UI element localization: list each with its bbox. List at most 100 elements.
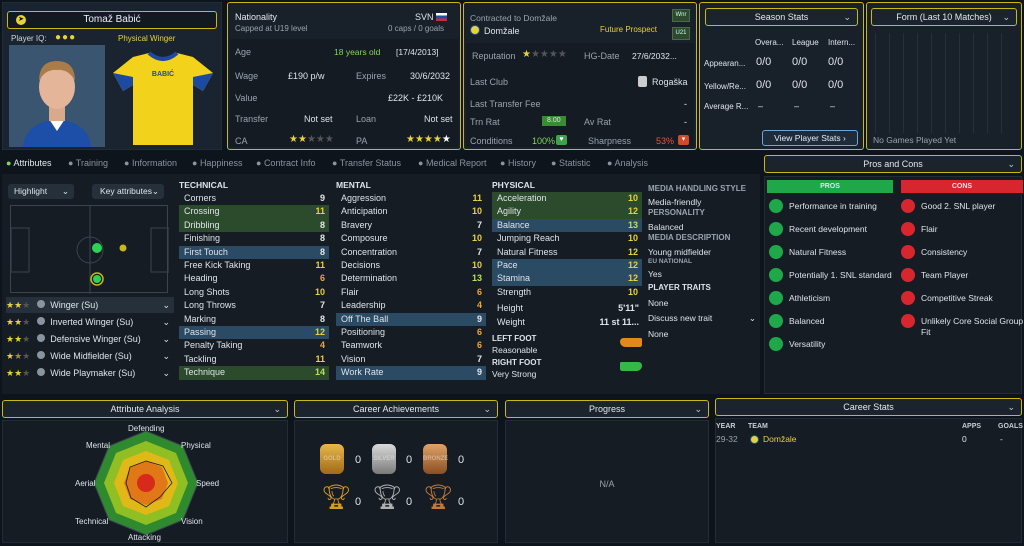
season-col-3: Intern... [828, 38, 856, 47]
attribute-row[interactable]: Determination 13 [336, 272, 486, 285]
attribute-row[interactable]: Teamwork 6 [336, 339, 486, 352]
view-player-stats-button[interactable]: View Player Stats › [762, 130, 858, 146]
player-name-box[interactable]: ➤ Tomaž Babić [7, 11, 217, 29]
avrat-value: - [684, 117, 687, 127]
weight-row: Weight 11 st 11... [497, 317, 639, 327]
attribute-row[interactable]: Anticipation 10 [336, 205, 486, 218]
attribute-analysis-header[interactable]: Attribute Analysis ⌄ [2, 400, 288, 418]
attribute-row[interactable]: Natural Fitness 12 [492, 246, 642, 259]
attribute-row[interactable]: Stamina 12 [492, 272, 642, 286]
club-name[interactable]: Domžale [484, 26, 520, 36]
key-attributes-dropdown[interactable]: Key attributes ⌄ [92, 184, 164, 199]
role-wide-midfielder[interactable]: ★★★ Wide Midfielder (Su) ⌄ [6, 348, 174, 364]
attribute-value: 7 [319, 300, 325, 311]
season-col-1: Overa... [755, 38, 784, 47]
height-label: Height [497, 303, 524, 313]
attribute-name: Dribbling [184, 219, 220, 230]
u21-badge: U21 [672, 27, 690, 40]
pro-icon [769, 268, 783, 282]
role-wide-playmaker[interactable]: ★★★ Wide Playmaker (Su) ⌄ [6, 365, 174, 381]
tab-training[interactable]: ● Training [68, 158, 108, 168]
attribute-row[interactable]: Marking 8 [179, 313, 329, 326]
attribute-row[interactable]: Technique 14 [179, 366, 329, 380]
attribute-row[interactable]: Balance 13 [492, 218, 642, 233]
attribute-value: 6 [319, 273, 325, 284]
attribute-row[interactable]: Flair 6 [336, 286, 486, 299]
attribute-row[interactable]: Positioning 6 [336, 326, 486, 339]
reputation-stars: ★★★★★ [522, 49, 567, 60]
career-team[interactable]: Domžale [763, 434, 797, 444]
attribute-row[interactable]: Crossing 11 [179, 205, 329, 219]
highlight-dropdown[interactable]: Highlight ⌄ [8, 184, 74, 199]
attribute-row[interactable]: Aggression 11 [336, 192, 486, 205]
attribute-row[interactable]: Strength 10 [492, 286, 642, 299]
season-val: 0/0 [828, 56, 844, 68]
attribute-row[interactable]: Tackling 11 [179, 353, 329, 366]
tab-bar: ● Attributes ● Training ● Information ● … [0, 152, 760, 172]
form-header[interactable]: Form (Last 10 Matches) ⌄ [871, 8, 1017, 26]
attribute-row[interactable]: Jumping Reach 10 [492, 232, 642, 245]
attribute-row[interactable]: Long Throws 7 [179, 299, 329, 312]
attribute-value: 8 [319, 233, 325, 244]
progress-header[interactable]: Progress ⌄ [505, 400, 709, 418]
attribute-row[interactable]: Leadership 4 [336, 299, 486, 312]
attribute-row[interactable]: Bravery 7 [336, 219, 486, 232]
tab-contract-info[interactable]: ● Contract Info [256, 158, 315, 168]
attribute-value: 9 [476, 313, 482, 324]
tab-statistic[interactable]: ● Statistic [551, 158, 590, 168]
attribute-row[interactable]: Heading 6 [179, 272, 329, 285]
career-achievements-header[interactable]: Career Achievements ⌄ [294, 400, 498, 418]
attribute-name: Aggression [341, 193, 387, 203]
season-stats-header[interactable]: Season Stats ⌄ [705, 8, 858, 26]
attribute-row[interactable]: First Touch 8 [179, 245, 329, 259]
attribute-row[interactable]: Pace 12 [492, 259, 642, 273]
role-inverted-winger[interactable]: ★★★ Inverted Winger (Su) ⌄ [6, 314, 174, 330]
contract-panel: Contracted to Domžale Domžale Future Pro… [463, 2, 697, 150]
attribute-row[interactable]: Decisions 10 [336, 259, 486, 272]
pros-cons-header[interactable]: Pros and Cons ⌄ [764, 155, 1022, 173]
role-winger[interactable]: ★★★ Winger (Su) ⌄ [6, 297, 174, 313]
attribute-name: Acceleration [497, 193, 547, 203]
tab-attributes[interactable]: ● Attributes [6, 158, 51, 168]
role-defensive-winger[interactable]: ★★★ Defensive Winger (Su) ⌄ [6, 331, 174, 347]
lastclub-value[interactable]: Rogaška [652, 77, 688, 87]
attribute-row[interactable]: Free Kick Taking 11 [179, 259, 329, 272]
tab-transfer-status[interactable]: ● Transfer Status [332, 158, 401, 168]
attribute-row[interactable]: Corners 9 [179, 192, 329, 205]
bronze-medal-count: 0 [458, 454, 465, 466]
attribute-name: Strength [497, 286, 532, 297]
attribute-row[interactable]: Agility 12 [492, 205, 642, 219]
attribute-row[interactable]: Off The Ball 9 [336, 312, 486, 326]
career-stats-header[interactable]: Career Stats ⌄ [715, 398, 1022, 416]
attribute-row[interactable]: Finishing 8 [179, 232, 329, 245]
attribute-row[interactable]: Concentration 7 [336, 246, 486, 259]
attribute-row[interactable]: Work Rate 9 [336, 366, 486, 380]
attribute-row[interactable]: Acceleration 10 [492, 192, 642, 206]
silver-medal-count: 0 [406, 454, 413, 466]
tab-analysis[interactable]: ● Analysis [607, 158, 648, 168]
bronze-trophy-icon: 🏆︎ [423, 484, 454, 511]
career-row[interactable]: 29-32 Domžale 0 - [716, 434, 1021, 446]
attribute-analysis-panel: Defending Physical Speed Vision Attackin… [2, 420, 288, 543]
role-name: Wide Playmaker (Su) [50, 368, 136, 378]
career-col-year: YEAR [716, 423, 736, 430]
caps-note: Capped at U19 level [235, 24, 308, 33]
attribute-row[interactable]: Long Shots 10 [179, 286, 329, 299]
role-name: Inverted Winger (Su) [50, 317, 134, 327]
player-traits-label: PLAYER TRAITS [648, 283, 711, 292]
tab-history[interactable]: ● History [500, 158, 536, 168]
tab-happiness[interactable]: ● Happiness [192, 158, 242, 168]
attribute-row[interactable]: Penalty Taking 4 [179, 339, 329, 352]
attribute-row[interactable]: Vision 7 [336, 353, 486, 366]
tab-medical-report[interactable]: ● Medical Report [418, 158, 486, 168]
attribute-row[interactable]: Passing 12 [179, 326, 329, 340]
con-icon [901, 222, 915, 236]
attribute-row[interactable]: Composure 10 [336, 232, 486, 245]
player-portrait [9, 45, 105, 147]
tab-information[interactable]: ● Information [124, 158, 177, 168]
discuss-trait-dropdown[interactable]: Discuss new trait ⌄ [648, 313, 756, 323]
con-icon [901, 291, 915, 305]
personality-value: Balanced [648, 222, 684, 232]
right-foot-label: RIGHT FOOT [492, 358, 542, 367]
attribute-row[interactable]: Dribbling 8 [179, 218, 329, 233]
